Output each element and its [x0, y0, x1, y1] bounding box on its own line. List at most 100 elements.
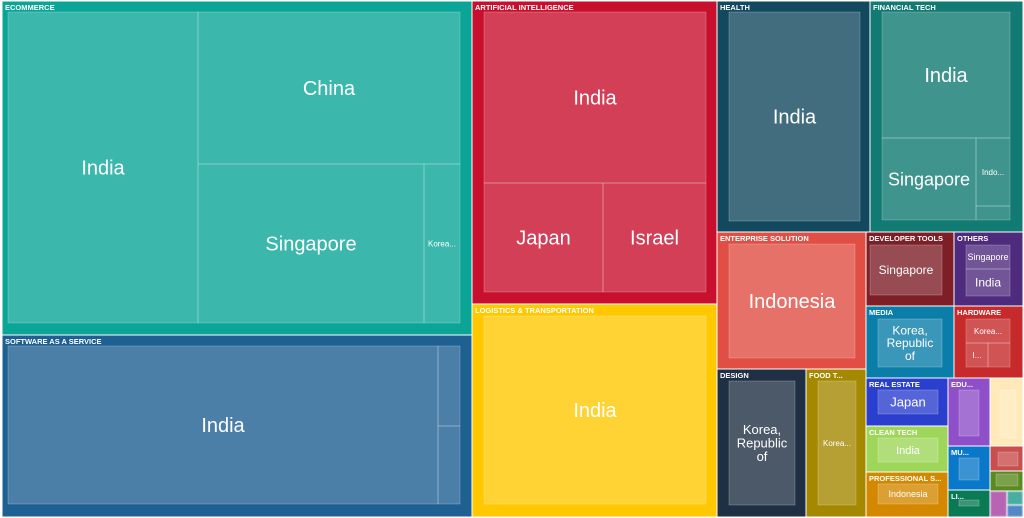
treemap-group-others[interactable]: OTHERS Singapore India: [953, 231, 1024, 307]
treemap-cell[interactable]: Indo...: [975, 137, 1011, 207]
treemap-cell[interactable]: Israel: [602, 182, 707, 293]
treemap-group-clean-tech[interactable]: CLEAN TECH India: [865, 425, 949, 473]
cell-label: India: [896, 445, 921, 457]
treemap-group-mu[interactable]: MU...: [947, 445, 991, 491]
cell-label: Singapore: [879, 263, 934, 277]
cell-rect: [987, 342, 1011, 368]
treemap-cell[interactable]: I...: [965, 342, 989, 368]
cell-label: China: [303, 78, 356, 100]
treemap-cell[interactable]: India: [7, 11, 199, 324]
cell-rect: [437, 345, 461, 427]
treemap-cell[interactable]: [437, 345, 461, 427]
treemap-cell[interactable]: India: [881, 11, 1011, 139]
treemap-group-health[interactable]: HEALTH India: [716, 0, 871, 233]
treemap-cell[interactable]: [437, 425, 461, 505]
treemap-cell[interactable]: India: [965, 268, 1011, 297]
group-label: DESIGN: [720, 371, 749, 380]
treemap-cell[interactable]: [1007, 491, 1023, 505]
group-label: HARDWARE: [957, 308, 1001, 317]
cell-label: Indo...: [982, 168, 1004, 177]
treemap-group-ecommerce[interactable]: ECOMMERCE India China Singapore Korea...: [1, 0, 473, 336]
cell-rect: [958, 457, 980, 481]
treemap-group-real-estate[interactable]: REAL ESTATE Japan: [865, 377, 949, 427]
treemap-cell[interactable]: [997, 451, 1019, 467]
treemap-cell[interactable]: [958, 499, 980, 507]
treemap-group-group-15[interactable]: [989, 377, 1024, 447]
cell-rect: [995, 473, 1019, 487]
treemap-group-logistics-transportation[interactable]: LOGISTICS & TRANSPORTATION India: [471, 303, 718, 518]
treemap-cell[interactable]: Korea, Republic of: [728, 380, 796, 506]
group-label: FOOD T...: [809, 371, 843, 380]
treemap-cell[interactable]: [958, 389, 980, 437]
cell-label: India: [975, 276, 1001, 290]
cell-rect: [999, 389, 1017, 439]
treemap-group-enterprise-solution[interactable]: ENTERPRISE SOLUTION Indonesia: [716, 231, 867, 370]
treemap-cell[interactable]: Korea, Republic of: [877, 318, 943, 368]
treemap-group-design[interactable]: DESIGNKorea, Republic of: [716, 368, 807, 518]
treemap-cell[interactable]: [999, 389, 1017, 439]
treemap-cell[interactable]: India: [483, 11, 707, 184]
treemap-group-hardware[interactable]: HARDWARE Korea... I...: [953, 305, 1024, 379]
group-label: DEVELOPER TOOLS: [869, 234, 943, 243]
treemap-group-li[interactable]: LI...: [947, 489, 991, 518]
cell-rect: [958, 389, 980, 437]
treemap-group-financial-tech[interactable]: FINANCIAL TECH India Singapore Indo...: [869, 0, 1024, 233]
group-label: CLEAN TECH: [869, 428, 917, 437]
treemap-group-artificial-intelligence[interactable]: ARTIFICIAL INTELLIGENCE India Japan Israel: [471, 0, 718, 305]
treemap-group-edu[interactable]: EDU...: [947, 377, 991, 447]
treemap-group-developer-tools[interactable]: DEVELOPER TOOLS Singapore: [865, 231, 955, 307]
cell-rect: [1007, 491, 1023, 505]
treemap-cell[interactable]: Japan: [483, 182, 604, 293]
treemap-group-group-22[interactable]: [989, 490, 1008, 518]
group-label: REAL ESTATE: [869, 380, 920, 389]
treemap-group-food-t[interactable]: FOOD T... Korea...: [805, 368, 867, 518]
treemap-cell[interactable]: India: [877, 437, 939, 463]
group-label: MEDIA: [869, 308, 894, 317]
cell-label: Singapore: [265, 234, 356, 256]
group-label: LOGISTICS & TRANSPORTATION: [475, 306, 594, 315]
cell-label: India: [924, 65, 968, 87]
treemap-cell[interactable]: [995, 473, 1019, 487]
cell-label: I...: [973, 351, 982, 360]
treemap-group-media[interactable]: MEDIAKorea, Republic of: [865, 305, 955, 379]
treemap-cell[interactable]: India: [728, 11, 861, 222]
cell-rect: [437, 425, 461, 505]
cell-label: India: [573, 88, 617, 110]
treemap-cell[interactable]: Singapore: [881, 137, 977, 221]
treemap-cell[interactable]: India: [7, 345, 439, 505]
group-label: SOFTWARE AS A SERVICE: [5, 337, 102, 346]
treemap-cell[interactable]: [958, 457, 980, 481]
cell-label: India: [201, 415, 245, 437]
group-label: HEALTH: [720, 3, 750, 12]
treemap-cell[interactable]: India: [483, 315, 707, 505]
cell-label: Indonesia: [749, 291, 837, 313]
treemap-cell[interactable]: Indonesia: [877, 483, 939, 505]
group-label: ENTERPRISE SOLUTION: [720, 234, 809, 243]
treemap-group-software-as-a-service[interactable]: SOFTWARE AS A SERVICE India: [1, 334, 473, 518]
treemap-cell[interactable]: Singapore: [197, 163, 425, 324]
treemap-cell[interactable]: Korea...: [965, 318, 1011, 344]
group-label: ARTIFICIAL INTELLIGENCE: [475, 3, 574, 12]
treemap-cell[interactable]: [1007, 505, 1023, 517]
treemap-cell[interactable]: Singapore: [965, 244, 1011, 270]
treemap-cell[interactable]: Indonesia: [728, 243, 856, 359]
treemap-cell[interactable]: [975, 205, 1011, 221]
treemap-cell[interactable]: Korea...: [423, 163, 461, 324]
group-label: LI...: [951, 492, 964, 501]
treemap-group-group-24[interactable]: [1006, 504, 1024, 518]
group-label: EDU...: [951, 380, 973, 389]
treemap-cell[interactable]: Korea...: [817, 380, 857, 506]
treemap-cell[interactable]: Singapore: [869, 244, 943, 296]
treemap-cell[interactable]: [987, 342, 1011, 368]
group-label: PROFESSIONAL S...: [869, 474, 941, 483]
treemap-group-group-23[interactable]: [1006, 490, 1024, 506]
treemap-cell[interactable]: China: [197, 11, 461, 165]
cell-label: Singapore: [888, 169, 970, 189]
treemap-cell[interactable]: Japan: [877, 389, 939, 415]
treemap-group-group-20[interactable]: [989, 445, 1024, 472]
treemap-cell[interactable]: [990, 491, 1007, 517]
cell-label: Japan: [516, 228, 571, 250]
treemap-group-professional-s[interactable]: PROFESSIONAL S... Indonesia: [865, 471, 949, 518]
treemap-group-group-21[interactable]: [989, 470, 1024, 492]
cell-label: Indonesia: [888, 489, 927, 499]
